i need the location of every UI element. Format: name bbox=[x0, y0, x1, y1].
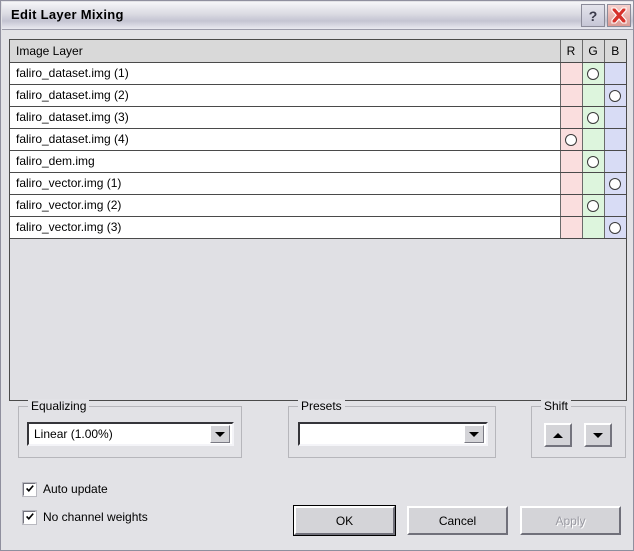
no-channel-weights-label: No channel weights bbox=[43, 510, 148, 524]
table-header-row: Image Layer R G B bbox=[10, 40, 626, 63]
column-header-g[interactable]: G bbox=[582, 40, 605, 63]
layer-name-cell: faliro_dem.img bbox=[10, 150, 561, 173]
layer-name-cell: faliro_dataset.img (4) bbox=[10, 128, 561, 151]
g-channel-cell[interactable] bbox=[582, 216, 605, 239]
auto-update-checkbox-row[interactable]: Auto update bbox=[22, 481, 108, 497]
edit-layer-mixing-dialog: Edit Layer Mixing ? Image Layer R G B fa… bbox=[0, 0, 634, 551]
r-channel-cell[interactable] bbox=[560, 172, 583, 195]
presets-group: Presets bbox=[288, 399, 496, 458]
layer-name-cell: faliro_dataset.img (3) bbox=[10, 106, 561, 129]
close-button[interactable] bbox=[607, 4, 631, 27]
g-channel-cell[interactable] bbox=[582, 172, 605, 195]
layer-table-body: faliro_dataset.img (1) faliro_dataset.img… bbox=[10, 62, 626, 239]
shift-group-label: Shift bbox=[541, 399, 572, 413]
equalizing-dropdown[interactable]: Linear (1.00%) bbox=[27, 422, 234, 446]
layer-name-cell: faliro_vector.img (1) bbox=[10, 172, 561, 195]
column-header-r[interactable]: R bbox=[560, 40, 583, 63]
g-channel-cell[interactable] bbox=[582, 128, 605, 151]
b-channel-cell[interactable] bbox=[604, 62, 626, 85]
b-channel-cell[interactable] bbox=[604, 216, 626, 239]
layer-name-cell: faliro_vector.img (2) bbox=[10, 194, 561, 217]
shift-down-button[interactable] bbox=[584, 423, 612, 447]
b-channel-cell[interactable] bbox=[604, 84, 626, 107]
presets-dropdown[interactable] bbox=[298, 422, 488, 446]
g-channel-radio[interactable] bbox=[587, 67, 599, 80]
table-row[interactable]: faliro_dataset.img (2) bbox=[10, 84, 626, 107]
table-row[interactable]: faliro_vector.img (1) bbox=[10, 172, 626, 195]
r-channel-cell[interactable] bbox=[560, 150, 583, 173]
r-channel-cell[interactable] bbox=[560, 128, 583, 151]
title-bar-buttons: ? bbox=[581, 4, 631, 27]
shift-group: Shift bbox=[531, 399, 626, 458]
auto-update-label: Auto update bbox=[43, 482, 108, 496]
layer-name-cell: faliro_dataset.img (1) bbox=[10, 62, 561, 85]
ok-button[interactable]: OK bbox=[293, 505, 396, 536]
equalizing-selected-value: Linear (1.00%) bbox=[34, 427, 113, 441]
g-channel-radio[interactable] bbox=[587, 199, 599, 212]
b-channel-radio[interactable] bbox=[609, 221, 622, 234]
g-channel-cell[interactable] bbox=[582, 106, 605, 129]
equalizing-dropdown-arrow[interactable] bbox=[210, 425, 230, 443]
layer-table-header: Image Layer R G B bbox=[10, 40, 626, 63]
g-channel-radio[interactable] bbox=[587, 111, 599, 124]
cancel-button-label: Cancel bbox=[438, 513, 477, 528]
r-channel-cell[interactable] bbox=[560, 216, 583, 239]
b-channel-radio[interactable] bbox=[609, 177, 622, 190]
table-row[interactable]: faliro_vector.img (3) bbox=[10, 216, 626, 239]
layer-name-cell: faliro_dataset.img (2) bbox=[10, 84, 561, 107]
shift-up-button[interactable] bbox=[544, 423, 572, 447]
auto-update-checkbox[interactable] bbox=[22, 481, 37, 497]
window-title: Edit Layer Mixing bbox=[11, 7, 124, 22]
b-channel-radio[interactable] bbox=[609, 89, 622, 102]
chevron-down-icon bbox=[215, 431, 225, 437]
arrow-down-icon bbox=[593, 432, 603, 438]
equalizing-group-label: Equalizing bbox=[28, 399, 90, 413]
apply-button: Apply bbox=[520, 506, 621, 535]
cancel-button[interactable]: Cancel bbox=[407, 506, 508, 535]
b-channel-cell[interactable] bbox=[604, 128, 626, 151]
presets-group-label: Presets bbox=[298, 399, 345, 413]
table-row[interactable]: faliro_dataset.img (3) bbox=[10, 106, 626, 129]
g-channel-cell[interactable] bbox=[582, 150, 605, 173]
layer-name-cell: faliro_vector.img (3) bbox=[10, 216, 561, 239]
r-channel-cell[interactable] bbox=[560, 194, 583, 217]
layer-table-container[interactable]: Image Layer R G B faliro_dataset.img (1)… bbox=[9, 39, 627, 401]
r-channel-cell[interactable] bbox=[560, 84, 583, 107]
arrow-up-icon bbox=[553, 432, 563, 438]
close-x-icon bbox=[611, 7, 627, 24]
title-bar: Edit Layer Mixing ? bbox=[2, 2, 633, 30]
table-row[interactable]: faliro_dataset.img (4) bbox=[10, 128, 626, 151]
table-row[interactable]: faliro_dem.img bbox=[10, 150, 626, 173]
no-channel-weights-checkbox[interactable] bbox=[22, 509, 37, 525]
table-row[interactable]: faliro_vector.img (2) bbox=[10, 194, 626, 217]
apply-button-label: Apply bbox=[555, 513, 586, 528]
b-channel-cell[interactable] bbox=[604, 172, 626, 195]
no-channel-weights-checkbox-row[interactable]: No channel weights bbox=[22, 509, 148, 525]
b-channel-cell[interactable] bbox=[604, 106, 626, 129]
g-channel-cell[interactable] bbox=[582, 194, 605, 217]
b-channel-cell[interactable] bbox=[604, 150, 626, 173]
r-channel-cell[interactable] bbox=[560, 62, 583, 85]
column-header-image-layer[interactable]: Image Layer bbox=[10, 40, 561, 63]
checkmark-icon bbox=[26, 484, 34, 492]
g-channel-cell[interactable] bbox=[582, 84, 605, 107]
b-channel-cell[interactable] bbox=[604, 194, 626, 217]
table-row[interactable]: faliro_dataset.img (1) bbox=[10, 62, 626, 85]
r-channel-radio[interactable] bbox=[565, 133, 577, 146]
layer-table: Image Layer R G B faliro_dataset.img (1)… bbox=[10, 40, 626, 239]
question-mark-icon: ? bbox=[588, 7, 598, 24]
ok-button-label: OK bbox=[335, 513, 354, 528]
checkmark-icon bbox=[26, 512, 34, 520]
presets-dropdown-arrow[interactable] bbox=[464, 425, 484, 443]
chevron-down-icon bbox=[469, 431, 479, 437]
g-channel-radio[interactable] bbox=[587, 155, 599, 168]
equalizing-group: Equalizing Linear (1.00%) bbox=[18, 399, 242, 458]
g-channel-cell[interactable] bbox=[582, 62, 605, 85]
help-button[interactable]: ? bbox=[581, 4, 605, 27]
column-header-b[interactable]: B bbox=[604, 40, 626, 63]
r-channel-cell[interactable] bbox=[560, 106, 583, 129]
